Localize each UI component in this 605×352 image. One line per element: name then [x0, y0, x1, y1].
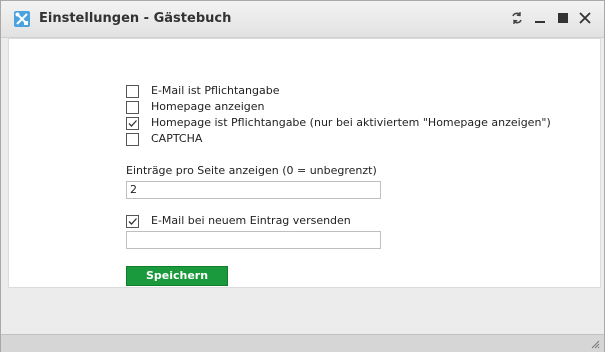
checkmark-icon	[128, 218, 137, 225]
settings-window: Einstellungen - Gästebuch E-Mail ist Pfl…	[0, 0, 605, 352]
checkbox[interactable]	[126, 133, 139, 146]
option-label: Homepage anzeigen	[151, 100, 265, 113]
notify-email-input[interactable]	[126, 231, 381, 249]
checkbox-checked[interactable]	[126, 117, 139, 130]
minimize-icon[interactable]	[532, 10, 548, 26]
settings-panel: E-Mail ist Pflichtangabe Homepage anzeig…	[8, 38, 601, 288]
checkbox[interactable]	[126, 85, 139, 98]
checkmark-icon	[128, 120, 137, 127]
checkbox-checked[interactable]	[126, 215, 139, 228]
option-label: E-Mail ist Pflichtangabe	[151, 84, 280, 97]
window-title: Einstellungen - Gästebuch	[39, 11, 232, 26]
option-label: CAPTCHA	[151, 132, 203, 145]
option-label: Homepage ist Pflichtangabe (nur bei akti…	[151, 116, 551, 129]
title-bar[interactable]: Einstellungen - Gästebuch	[1, 1, 604, 38]
refresh-icon[interactable]	[509, 10, 525, 26]
entries-per-page-input[interactable]: 2	[126, 181, 381, 199]
checkbox[interactable]	[126, 101, 139, 114]
resize-grip-icon[interactable]	[590, 339, 600, 349]
tools-icon	[14, 11, 30, 27]
option-label: E-Mail bei neuem Eintrag versenden	[151, 214, 351, 227]
status-bar	[1, 334, 604, 352]
close-icon[interactable]	[577, 10, 593, 26]
maximize-icon[interactable]	[555, 10, 571, 26]
entries-per-page-label: Einträge pro Seite anzeigen (0 = unbegre…	[126, 164, 377, 177]
save-button[interactable]: Speichern	[126, 266, 228, 286]
